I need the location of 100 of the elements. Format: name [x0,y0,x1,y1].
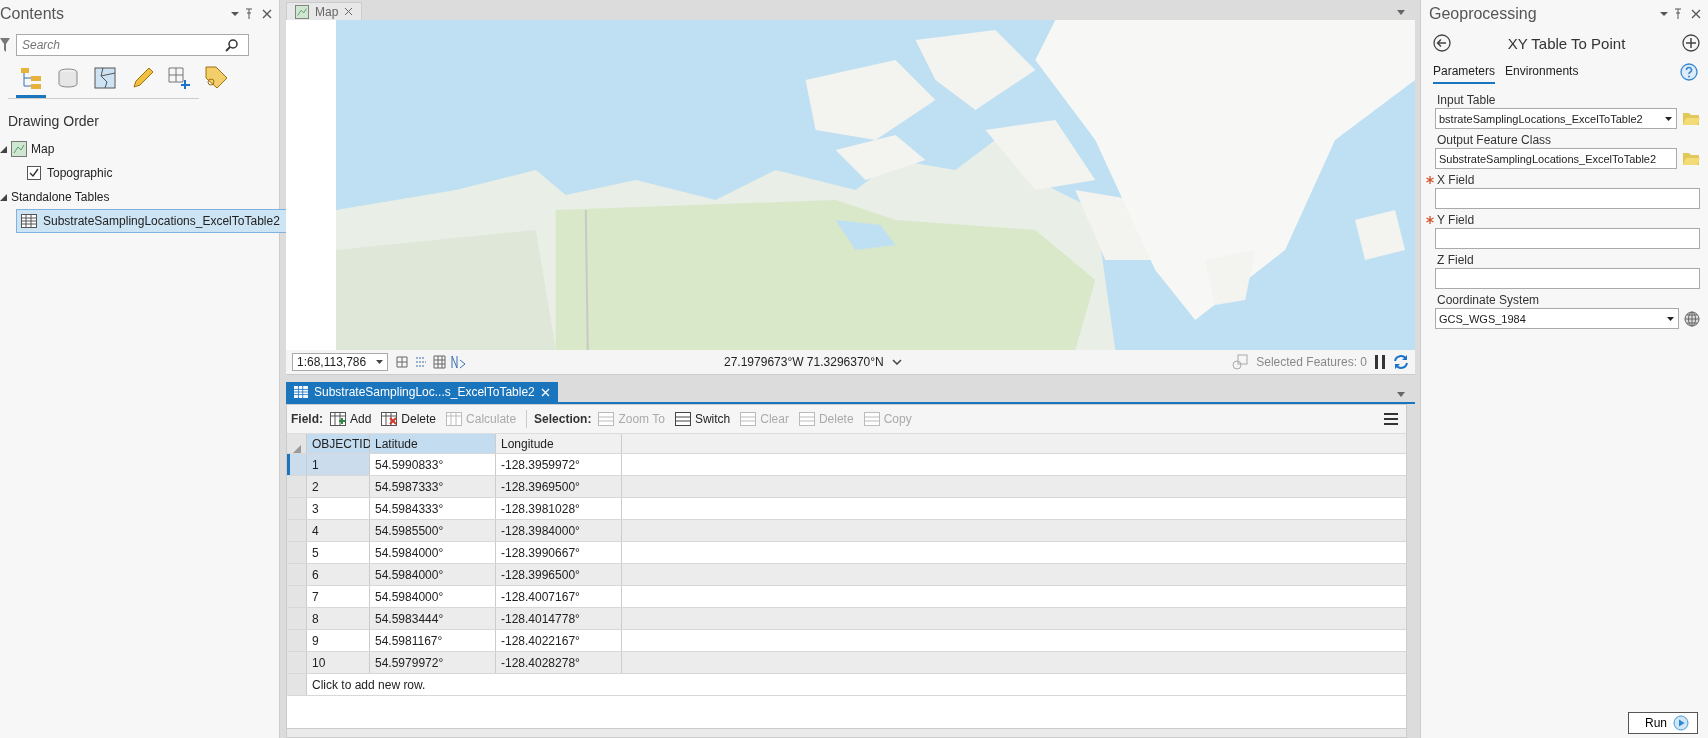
play-icon [1673,715,1689,731]
globe-icon[interactable] [1684,310,1700,327]
column-header[interactable]: Latitude [370,434,496,453]
table-cell: 54.5987333° [370,476,496,497]
table-plus-icon [330,412,346,426]
text-field[interactable] [1435,268,1700,289]
section-heading: Drawing Order [7,112,101,131]
pencil-icon [130,66,154,90]
table-cell: 54.5984000° [370,586,496,607]
table-cell: 1 [307,454,370,475]
table-icon [294,386,308,398]
caret-icon [376,360,383,364]
tree-icon [19,66,43,90]
table-cell: 8 [307,608,370,629]
back-icon[interactable] [1433,34,1451,52]
grid-plus-icon [167,66,191,90]
table-tab[interactable]: SubstrateSamplingLoc...s_ExcelToTable2 [286,382,558,402]
field-tool-button[interactable]: Add [327,410,375,428]
checkbox[interactable] [27,166,41,180]
tree-item-label: Topographic [47,166,113,180]
expanded-arrow-icon[interactable] [0,145,7,153]
menu-icon[interactable] [1384,413,1398,425]
layer-item[interactable]: Topographic [22,161,120,185]
table-cell: 3 [307,498,370,519]
pane-tab[interactable]: Parameters [1433,60,1496,84]
tag-icon [204,66,228,90]
dropdown-field[interactable]: GCS_WGS_1984 [1435,308,1679,329]
parameter-label: Output Feature Class [1437,133,1552,147]
table-cell: 54.5984000° [370,564,496,585]
table-cell: -128.3959972° [496,454,622,475]
table-cell: 54.5990833° [370,454,496,475]
pane-controls-icon[interactable] [231,8,273,20]
tree-item[interactable]: Map [31,142,55,156]
text-field[interactable]: SubstrateSamplingLocations_ExcelToTable2 [1435,148,1677,169]
table-cell: -128.4022167° [496,630,622,651]
chevron-icon[interactable] [891,359,902,365]
select-all-corner[interactable] [287,434,307,453]
table-rows-icon [598,412,615,426]
pause-icon[interactable] [1375,355,1385,369]
toolbar-label: Selection: [534,412,592,426]
table-icon [446,412,463,426]
selected-features-count: Selected Features: 0 [1256,355,1367,369]
map-tab[interactable]: Map [286,2,363,20]
dropdown-arrow-icon[interactable] [1397,10,1405,15]
table-cell: -128.4014778° [496,608,622,629]
pane-tab[interactable]: Environments [1505,60,1579,84]
table-rows-icon [863,412,880,426]
coordinate-readout: 27.1979673°W 71.3296370°N [724,355,884,369]
tree-item[interactable]: Standalone Tables [11,190,110,204]
table-cell: -128.3990667° [496,542,622,563]
table-cell: 54.5984333° [370,498,496,519]
caret-icon [1667,316,1674,321]
search-field[interactable]: Search [16,34,249,56]
map-icon [295,4,309,19]
table-cell: 4 [307,520,370,541]
help-icon[interactable] [1680,63,1698,81]
text-field[interactable] [1435,228,1700,249]
map-sheet-icon [93,66,117,90]
parameter-label: X Field [1437,173,1475,187]
field-tool-button[interactable]: Delete [378,410,440,428]
column-header[interactable]: OBJECTID [307,434,370,453]
search-icon[interactable] [225,38,239,52]
run-button[interactable]: Run [1628,712,1698,734]
table-rows-icon [674,412,691,426]
tree-item-label: SubstrateSamplingLocations_ExcelToTable2 [43,214,280,228]
table-cell: -128.4028278° [496,652,622,673]
caret-icon [1665,116,1672,121]
map-icon [11,141,27,157]
dropdown-field[interactable]: bstrateSamplingLocations_ExcelToTable2 [1435,108,1677,129]
table-cell: 54.5985500° [370,520,496,541]
table-cell: 9 [307,630,370,651]
close-icon[interactable] [344,7,354,16]
row-header[interactable] [287,454,307,475]
selection-icon [1232,354,1249,370]
database-icon [56,66,80,90]
filter-icon[interactable] [0,38,10,52]
table-item[interactable]: SubstrateSamplingLocations_ExcelToTable2 [16,209,287,233]
pane-controls-icon[interactable] [1660,8,1702,20]
text-field[interactable] [1435,188,1700,209]
selection-tool-button[interactable]: Switch [671,410,734,428]
dropdown-arrow-icon[interactable] [1397,392,1405,397]
map-tools-icon[interactable] [396,354,466,370]
scale-dropdown[interactable]: 1:68,113,786 [292,353,388,371]
table-rows-icon [740,412,757,426]
table-cross-icon [381,412,398,426]
table-cell: -128.4007167° [496,586,622,607]
table-rows-icon [798,412,815,426]
table-cell: -128.3981028° [496,498,622,519]
table-cell: 54.5984000° [370,542,496,563]
parameter-label: Input Table [1437,93,1496,107]
table-cell: 54.5979972° [370,652,496,673]
toolbar-label: Field: [291,412,323,426]
corner-triangle-icon [292,445,301,453]
refresh-icon[interactable] [1393,354,1409,370]
expanded-arrow-icon[interactable] [0,193,7,201]
add-row-hint[interactable]: Click to add new row. [307,674,1406,695]
add-icon[interactable] [1682,34,1700,52]
parameter-label: Coordinate System [1437,293,1540,307]
table-cell: -128.3969500° [496,476,622,497]
table-cell: 2 [307,476,370,497]
